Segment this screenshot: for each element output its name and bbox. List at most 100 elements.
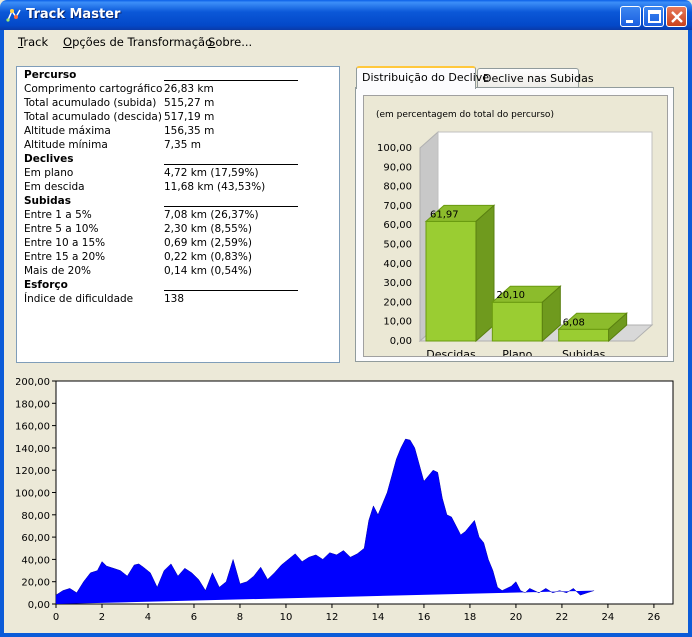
app-icon	[6, 9, 21, 22]
tab-slope-distribution[interactable]: Distribuição do Declive	[356, 66, 489, 89]
close-button[interactable]	[666, 6, 687, 27]
x-tick-label: 22	[556, 612, 569, 623]
x-tick-label: 14	[372, 612, 385, 623]
section-heading: Percurso	[24, 69, 77, 81]
stat-value: 26,83 km	[164, 83, 214, 95]
stat-label: Total acumulado (descida)	[24, 111, 162, 123]
stat-label: Entre 5 a 10%	[24, 223, 99, 235]
stat-value: 138	[164, 293, 185, 305]
tab-slope-on-climbs[interactable]: Declive nas Subidas	[477, 68, 594, 89]
section-heading: Declives	[24, 153, 74, 165]
x-tick-label: 12	[326, 612, 339, 623]
x-tick-label: 4	[145, 612, 151, 623]
y-tick-label: 10,00	[383, 317, 412, 328]
x-tick-label: 16	[418, 612, 431, 623]
menu-transform-label: pções de Transformação	[72, 35, 213, 49]
y-tick-label: 40,00	[383, 259, 412, 270]
y-tick-label: 100,00	[377, 143, 412, 154]
y-tick-label: 200,00	[16, 377, 50, 388]
menu-about[interactable]: Sobre...	[208, 35, 252, 49]
stat-value: 2,30 km (8,55%)	[164, 223, 252, 235]
minimize-button[interactable]	[620, 6, 641, 27]
y-tick-label: 80,00	[21, 511, 50, 522]
bar	[558, 328, 610, 342]
y-tick-label: 70,00	[383, 201, 412, 212]
title-bar[interactable]: Track Master	[0, 0, 692, 30]
bar-value-label: 61,97	[430, 209, 459, 220]
x-tick-label: 10	[280, 612, 293, 623]
section-heading: Subidas	[24, 195, 72, 207]
menu-transform-accel: O	[63, 35, 73, 49]
x-tick-label: 6	[191, 612, 197, 623]
slope-distribution-chart: (em percentagem do total do percurso) 0,…	[363, 95, 668, 361]
y-tick-label: 50,00	[383, 240, 412, 251]
y-tick-label: 160,00	[16, 422, 50, 433]
menu-transform-options[interactable]: Opções de Transformação	[63, 35, 212, 49]
y-tick-label: 0,00	[390, 336, 412, 347]
elevation-profile-chart: 0,00 20,00 40,00 60,00 80,00 100,00 120,00 140,…	[15, 372, 678, 628]
stat-value: 11,68 km (43,53%)	[164, 181, 266, 193]
bar-chart-svg: (em percentagem do total do percurso) 0,…	[376, 110, 654, 361]
divider	[164, 164, 298, 165]
window-title: Track Master	[26, 7, 121, 22]
y-tick-label: 30,00	[383, 278, 412, 289]
elevation-chart-svg: 0,00 20,00 40,00 60,00 80,00 100,00 120,00 140,…	[15, 377, 674, 623]
x-tick-label: 20	[510, 612, 523, 623]
stat-value: 156,35 m	[164, 125, 215, 137]
stat-value: 0,69 km (2,59%)	[164, 237, 252, 249]
section-heading: Esforço	[24, 279, 68, 291]
stat-value: 517,19 m	[164, 111, 215, 123]
bar-value-label: 20,10	[496, 290, 525, 301]
maximize-icon	[648, 10, 661, 23]
stat-label: Em plano	[24, 167, 74, 179]
stat-label: Índice de dificuldade	[24, 293, 134, 305]
x-tick-label: 8	[237, 612, 243, 623]
y-tick-label: 60,00	[21, 533, 50, 544]
stat-value: 7,08 km (26,37%)	[164, 209, 259, 221]
bar-side	[475, 204, 495, 343]
x-tick-label: 2	[99, 612, 105, 623]
maximize-button[interactable]	[643, 6, 664, 27]
y-tick-label: 20,00	[383, 297, 412, 308]
y-tick-label: 0,00	[28, 600, 50, 611]
y-tick-label: 140,00	[16, 444, 50, 455]
statistics-panel: Percurso Comprimento cartográfico 26,83 k…	[16, 66, 340, 363]
stat-value: 0,22 km (0,83%)	[164, 251, 252, 263]
y-tick-label: 90,00	[383, 162, 412, 173]
x-category-label: Plano	[502, 348, 532, 356]
stat-label: Entre 10 a 15%	[24, 237, 106, 249]
stat-label: Altitude mínima	[24, 139, 108, 151]
stat-value: 4,72 km (17,59%)	[164, 167, 259, 179]
divider	[164, 206, 298, 207]
bar	[425, 220, 477, 342]
y-tick-label: 180,00	[16, 399, 50, 410]
minimize-icon	[626, 20, 633, 23]
stat-label: Comprimento cartográfico	[24, 83, 163, 95]
close-icon	[671, 11, 683, 23]
y-tick-label: 120,00	[16, 466, 50, 477]
stat-label: Entre 15 a 20%	[24, 251, 106, 263]
y-tick-label: 60,00	[383, 220, 412, 231]
stat-value: 7,35 m	[164, 139, 201, 151]
menu-track-label: rack	[23, 35, 49, 49]
divider	[164, 290, 298, 291]
x-tick-label: 18	[464, 612, 477, 623]
x-category-label: Subidas	[562, 348, 606, 356]
menu-about-label: obre...	[215, 35, 253, 49]
stat-value: 0,14 km (0,54%)	[164, 265, 252, 277]
stat-label: Total acumulado (subida)	[24, 97, 157, 109]
chart-tabs: Distribuição do Declive Declive nas Subi…	[355, 66, 674, 362]
x-tick-label: 26	[648, 612, 661, 623]
menu-track[interactable]: Track	[18, 35, 48, 49]
tab-panel: (em percentagem do total do percurso) 0,…	[355, 87, 674, 362]
bar-value-label: 6,08	[563, 317, 585, 328]
y-tick-label: 100,00	[16, 489, 50, 500]
stat-label: Mais de 20%	[24, 265, 92, 277]
x-tick-label: 24	[602, 612, 615, 623]
divider	[164, 80, 298, 81]
chart-subtitle: (em percentagem do total do percurso)	[376, 110, 554, 120]
stat-value: 515,27 m	[164, 97, 215, 109]
bar	[491, 301, 543, 342]
y-tick-label: 40,00	[21, 555, 50, 566]
y-tick-label: 20,00	[21, 578, 50, 589]
